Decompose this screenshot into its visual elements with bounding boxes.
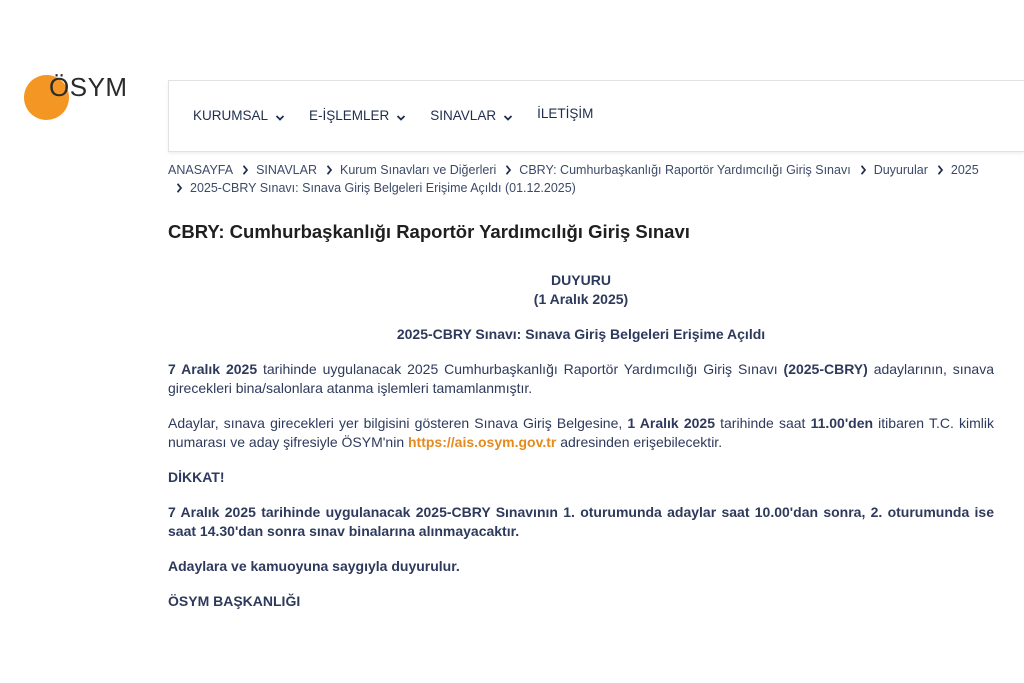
access-time: 11.00'den [810, 415, 874, 431]
chevron-down-icon [503, 111, 513, 121]
chevron-down-icon [275, 111, 285, 121]
breadcrumb-item-sinavlar[interactable]: SINAVLAR [256, 163, 317, 177]
chevron-right-icon [937, 159, 944, 181]
logo-text: ÖSYM [49, 72, 128, 102]
nav-item-label: KURUMSAL [193, 108, 269, 123]
exam-date: 7 Aralık 2025 [168, 361, 258, 377]
paragraph-text: tarihinde saat [715, 415, 811, 431]
nav-item-iletisim[interactable]: İLETİŞİM [537, 106, 593, 121]
main-navbar: KURUMSAL E-İŞLEMLER SINAVLAR İLETİŞİM [168, 80, 1024, 152]
exam-code: (2025-CBRY) [783, 361, 868, 377]
breadcrumb-item-2025[interactable]: 2025 [951, 163, 979, 177]
announcement-date: (1 Aralık 2025) [533, 291, 629, 307]
announcement-paragraph-1: 7 Aralık 2025 tarihinde uygulanacak 2025… [168, 360, 994, 398]
chevron-right-icon [176, 177, 183, 199]
breadcrumb-item-kurum-sinavlari[interactable]: Kurum Sınavları ve Diğerleri [340, 163, 496, 177]
announcement-signature: ÖSYM BAŞKANLIĞI [168, 593, 301, 609]
announcement-subject: 2025-CBRY Sınavı: Sınava Giriş Belgeleri… [396, 326, 766, 342]
announcement-paragraph-2: Adaylar, sınava girecekleri yer bilgisin… [168, 414, 994, 452]
announcement-heading: DUYURU [551, 272, 611, 288]
chevron-right-icon [242, 159, 249, 181]
breadcrumb-item-anasayfa[interactable]: ANASAYFA [168, 163, 233, 177]
chevron-right-icon [860, 159, 867, 181]
nav-item-label: E-İŞLEMLER [309, 108, 390, 123]
chevron-down-icon [396, 111, 406, 121]
page-title: CBRY: Cumhurbaşkanlığı Raportör Yardımcı… [168, 221, 690, 242]
breadcrumb-item-duyurular[interactable]: Duyurular [874, 163, 928, 177]
paragraph-text: tarihinde uygulanacak 2025 Cumhurbaşkanl… [257, 361, 784, 377]
nav-item-label: İLETİŞİM [537, 106, 594, 121]
page: ÖSYM KURUMSAL E-İŞLEMLER SINAVLAR İLETİŞ… [0, 0, 1024, 683]
announcement-paragraph-4: Adaylara ve kamuoyuna saygıyla duyurulur… [168, 558, 460, 574]
nav-item-e-islemler[interactable]: E-İŞLEMLER [309, 108, 406, 123]
paragraph-text: adresinden erişebilecektir. [556, 434, 723, 450]
access-date: 1 Aralık 2025 [627, 415, 715, 431]
nav-item-kurumsal[interactable]: KURUMSAL [193, 108, 285, 123]
breadcrumb-item-cbry[interactable]: CBRY: Cumhurbaşkanlığı Raportör Yardımcı… [519, 163, 850, 177]
chevron-right-icon [505, 159, 512, 181]
ais-link[interactable]: https://ais.osym.gov.tr [408, 434, 556, 450]
chevron-right-icon [326, 159, 333, 181]
osym-logo[interactable]: ÖSYM [24, 73, 134, 123]
nav-item-label: SINAVLAR [430, 108, 497, 123]
announcement-paragraph-3: 7 Aralık 2025 tarihinde uygulanacak 2025… [168, 504, 994, 539]
warning-heading: DİKKAT! [168, 469, 225, 485]
breadcrumb: ANASAYFA SINAVLAR Kurum Sınavları ve Diğer… [168, 161, 994, 197]
announcement-body: DUYURU (1 Aralık 2025) 2025-CBRY Sınavı:… [168, 271, 994, 611]
nav-item-sinavlar[interactable]: SINAVLAR [430, 108, 513, 123]
paragraph-text: Adaylar, sınava girecekleri yer bilgisin… [168, 415, 628, 431]
breadcrumb-item-current: 2025-CBRY Sınavı: Sınava Giriş Belgeleri… [190, 181, 576, 195]
